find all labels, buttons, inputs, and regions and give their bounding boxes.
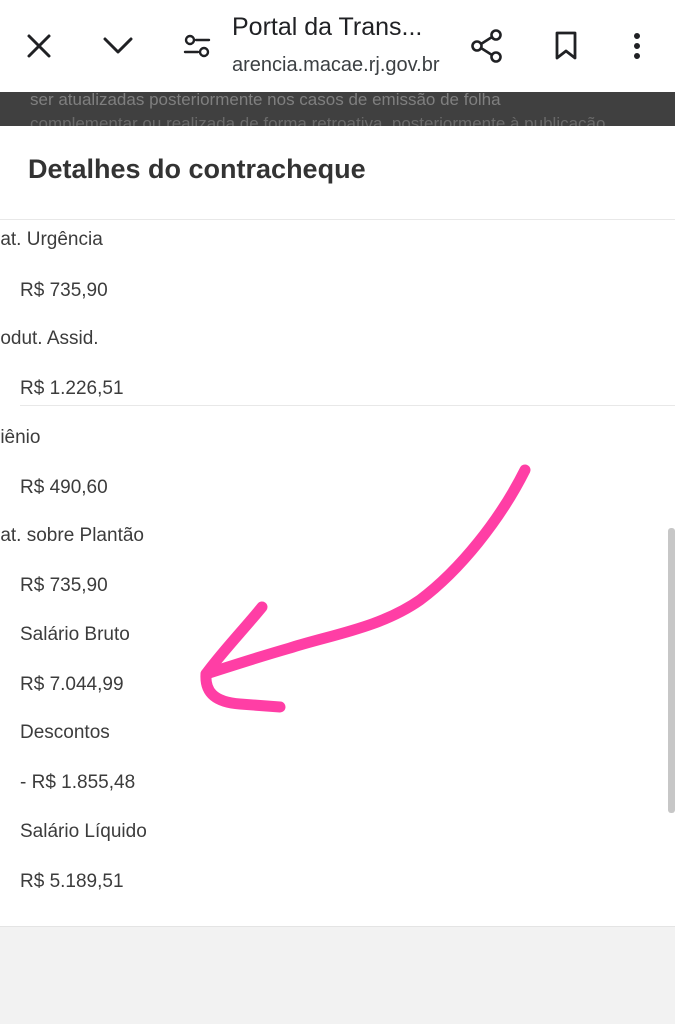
browser-toolbar: Portal da Trans... arencia.macae.rj.gov.… xyxy=(0,0,675,92)
deductions-value: - R$ 1.855,48 xyxy=(20,772,136,793)
background-page-text: complementar ou realizada de forma retro… xyxy=(30,114,606,126)
net-salary-value: R$ 5.189,51 xyxy=(20,871,124,892)
item-value: R$ 735,90 xyxy=(20,280,108,301)
net-salary-label: Salário Líquido xyxy=(20,821,147,842)
item-value: R$ 1.226,51 xyxy=(20,378,124,399)
item-label: riênio xyxy=(0,427,41,448)
share-icon[interactable] xyxy=(462,18,512,74)
page-title: Portal da Trans... xyxy=(232,13,423,41)
item-label: rodut. Assid. xyxy=(0,328,99,349)
more-vert-icon[interactable] xyxy=(612,18,662,74)
payslip-details-sheet[interactable]: Detalhes do contracheque rat. Urgência R… xyxy=(0,126,675,926)
background-page-text: ser atualizadas posteriormente nos casos… xyxy=(30,92,501,109)
page-title-block[interactable]: Portal da Trans... arencia.macae.rj.gov.… xyxy=(232,10,452,80)
close-icon[interactable] xyxy=(14,18,64,74)
page-settings-icon[interactable] xyxy=(172,18,222,74)
divider xyxy=(20,405,675,406)
item-value: R$ 490,60 xyxy=(20,477,108,498)
item-label: rat. sobre Plantão xyxy=(0,525,144,546)
item-value: R$ 735,90 xyxy=(20,575,108,596)
bookmark-icon[interactable] xyxy=(541,18,591,74)
page-url: arencia.macae.rj.gov.br xyxy=(232,54,440,76)
sheet-title: Detalhes do contracheque xyxy=(28,154,366,184)
deductions-label: Descontos xyxy=(20,722,110,743)
scrollbar[interactable] xyxy=(668,528,675,813)
gross-salary-value: R$ 7.044,99 xyxy=(20,674,124,695)
bottom-area xyxy=(0,926,675,1024)
gross-salary-label: Salário Bruto xyxy=(20,624,130,645)
divider xyxy=(0,219,675,220)
background-page-scrim: ser atualizadas posteriormente nos casos… xyxy=(0,92,675,126)
item-label: rat. Urgência xyxy=(0,229,103,250)
chevron-down-icon[interactable] xyxy=(93,18,143,74)
